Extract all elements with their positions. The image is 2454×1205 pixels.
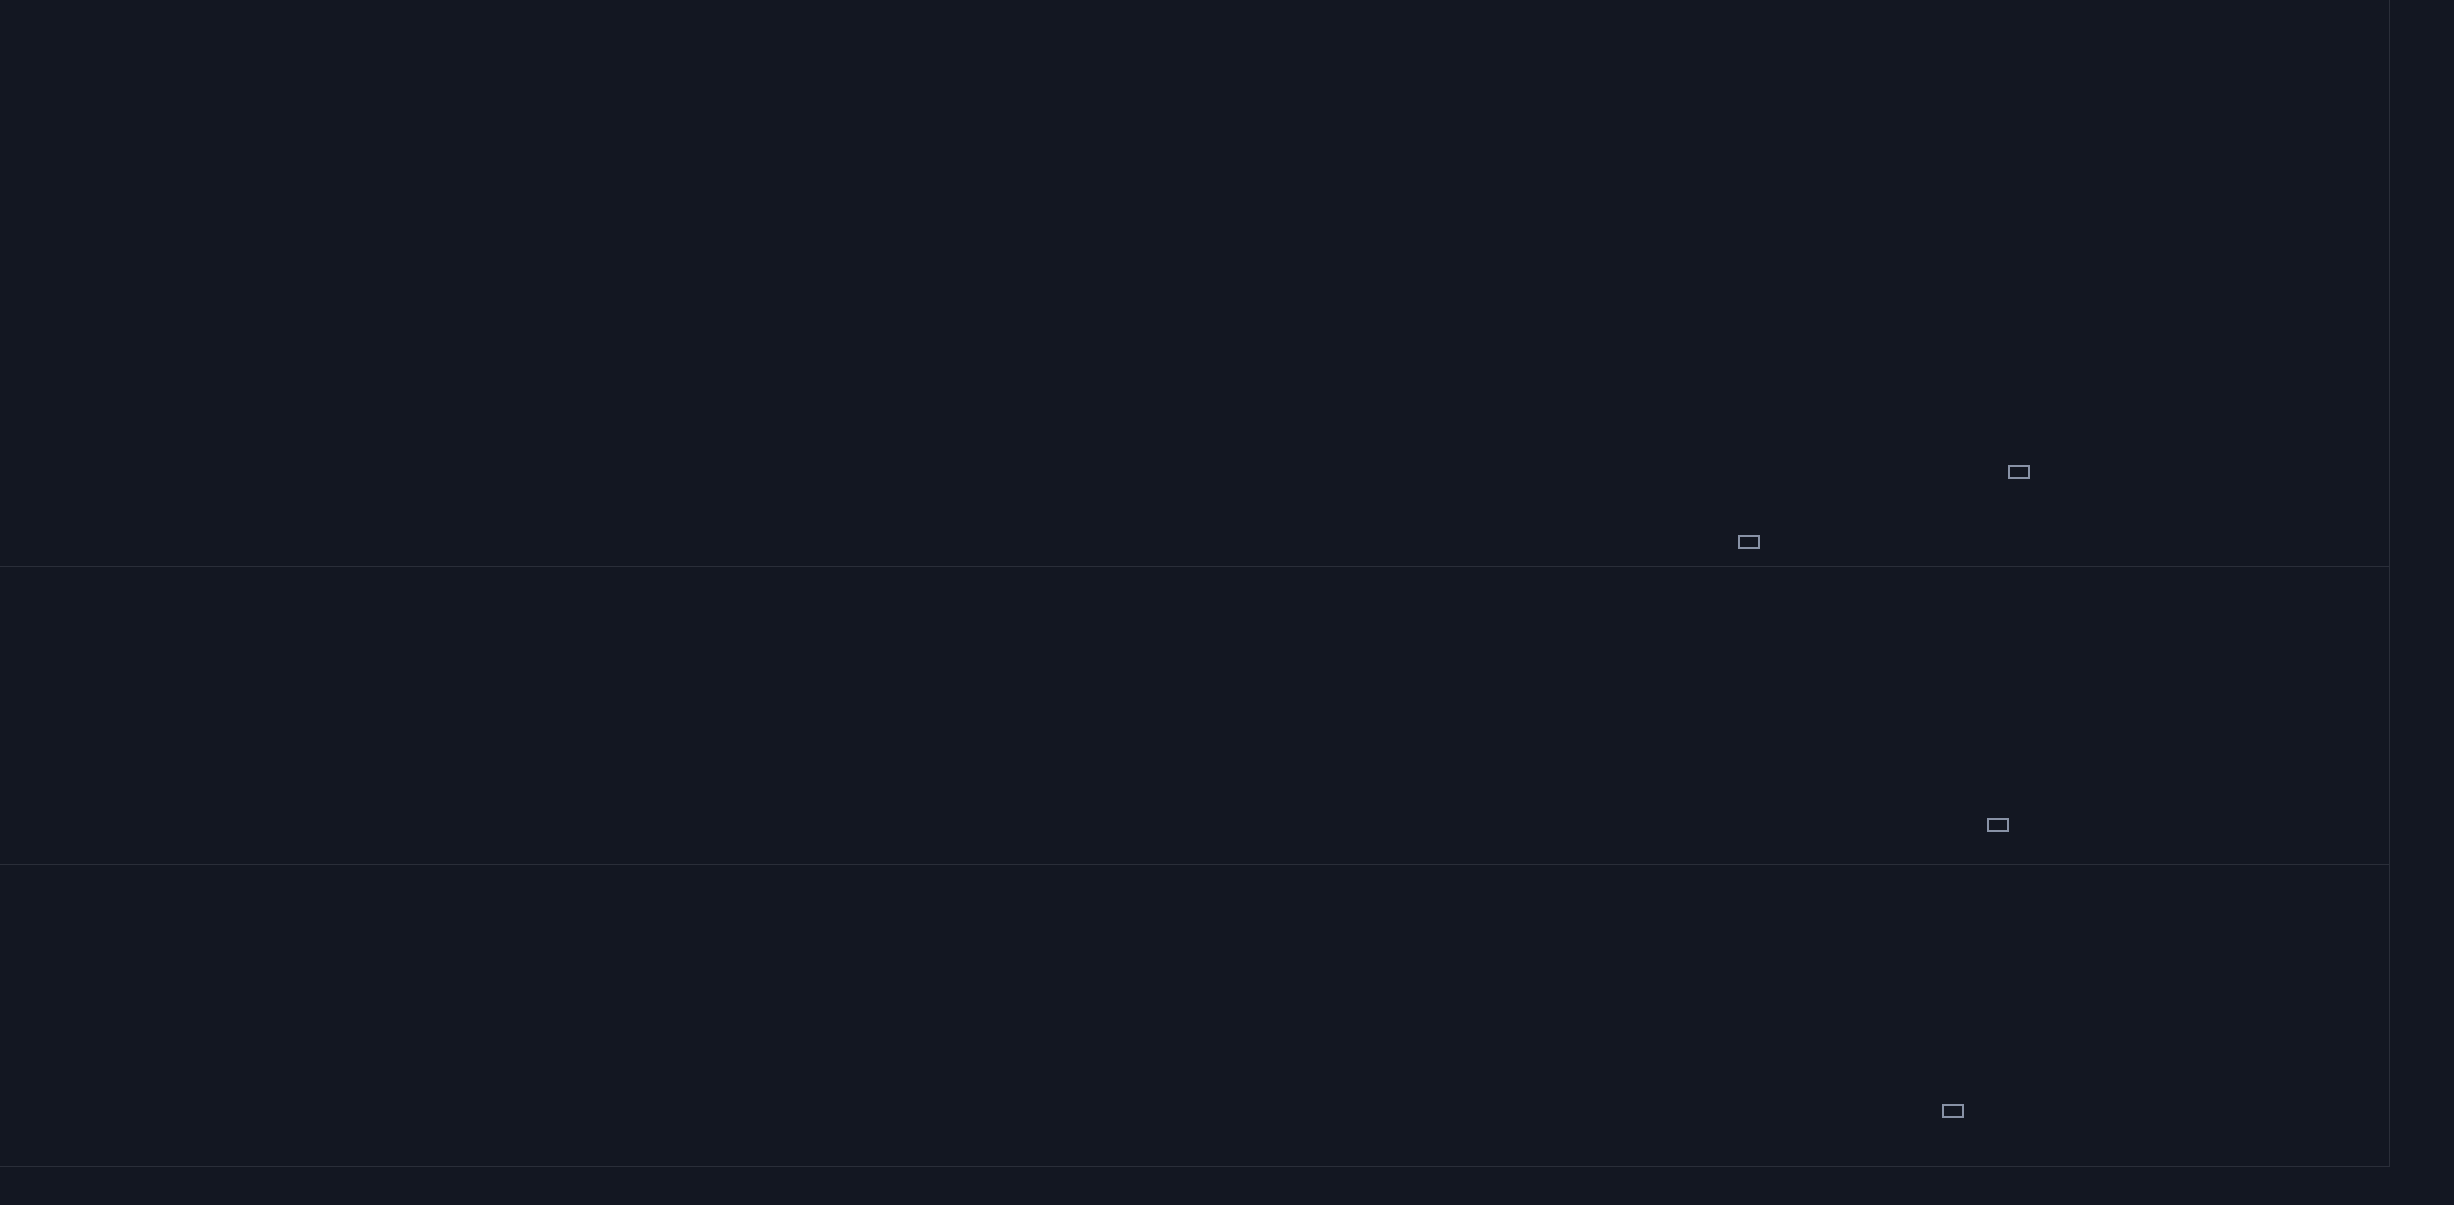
pane-divider-2	[0, 864, 2454, 865]
annotation-bullish-divergence[interactable]	[1987, 818, 2009, 832]
annotation-target[interactable]	[2008, 465, 2030, 479]
stochastic-pane[interactable]	[0, 567, 2390, 864]
price-scale[interactable]	[2389, 0, 2454, 1205]
price-pane[interactable]	[0, 0, 2390, 566]
rsi-chart-canvas	[0, 866, 2390, 1166]
time-scale[interactable]	[0, 1166, 2390, 1205]
stochastic-chart-canvas	[0, 567, 2390, 864]
annotation-rsi-oversold[interactable]	[1942, 1104, 1964, 1118]
price-chart-canvas	[0, 0, 2390, 566]
annotation-support[interactable]	[1738, 535, 1760, 549]
rsi-pane[interactable]	[0, 866, 2390, 1166]
